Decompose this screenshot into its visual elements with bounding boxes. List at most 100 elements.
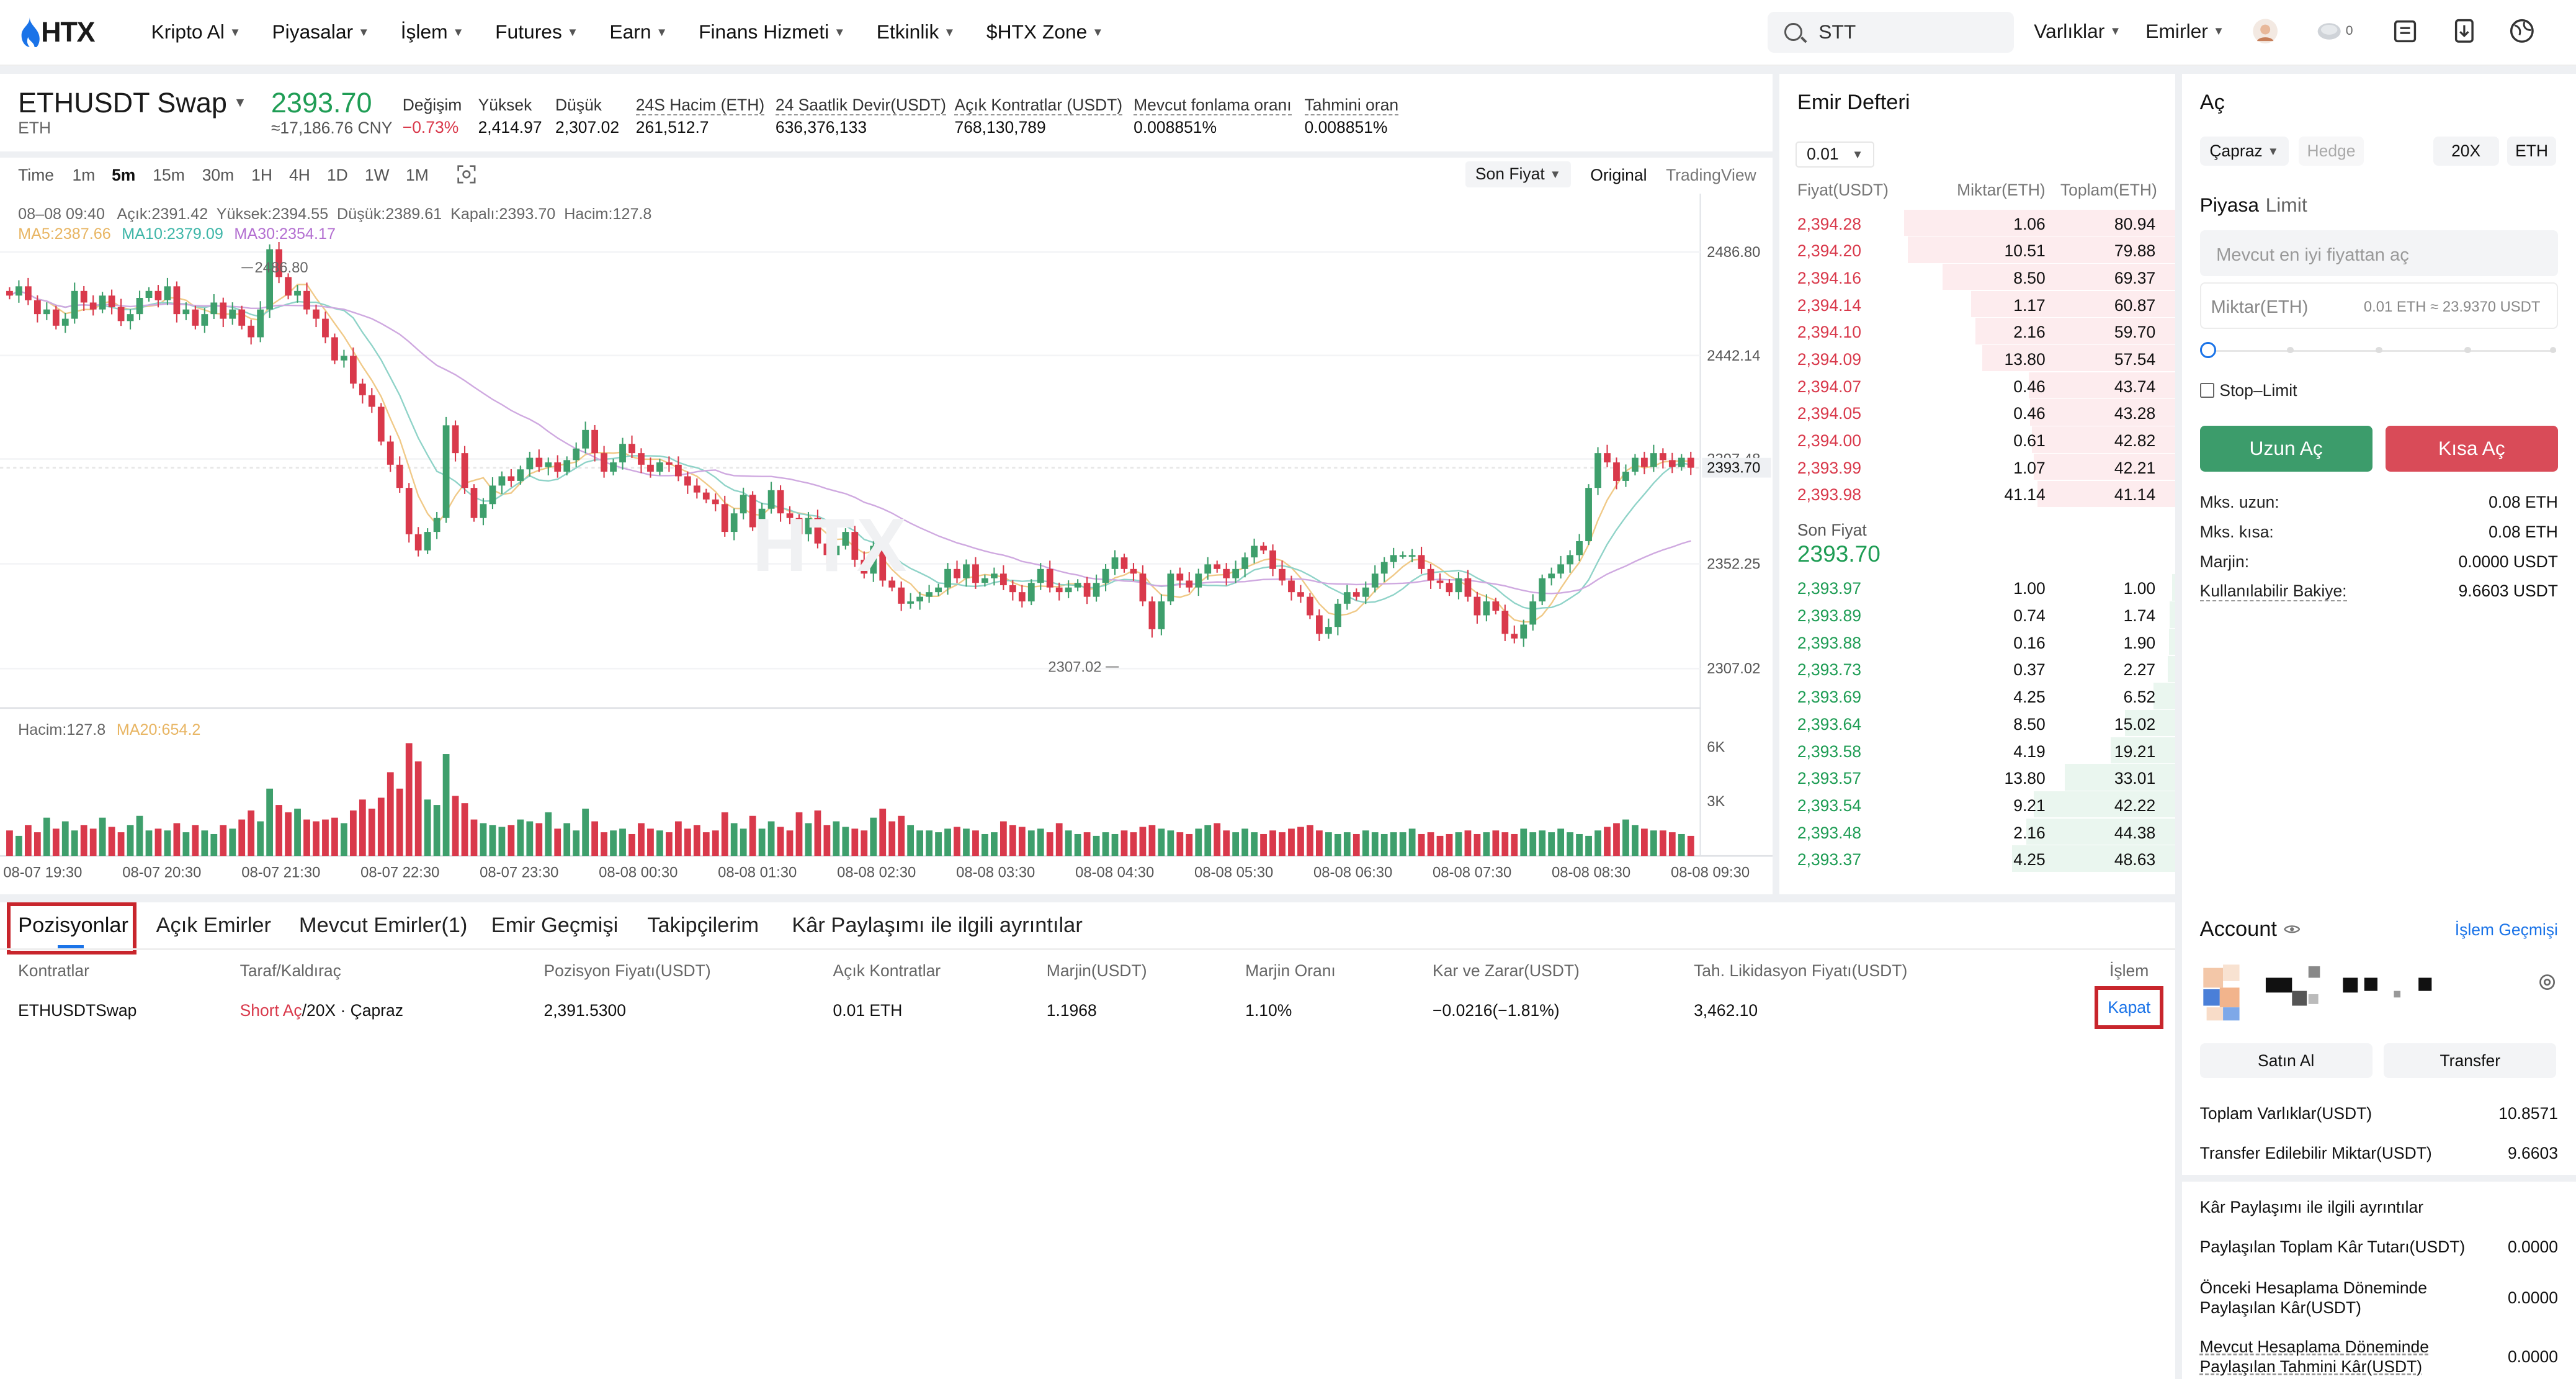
chart-area[interactable]: 2486.802442.142397.482352.252307.022393.… [0, 194, 1773, 894]
tab-market[interactable]: Piyasa [2200, 194, 2259, 217]
tab-positions[interactable]: Pozisyonlar [18, 914, 128, 938]
volume-bar [842, 827, 849, 856]
tab-followers[interactable]: Takipçilerim [647, 914, 759, 938]
timeframe-15m[interactable]: 15m [153, 166, 185, 185]
open-short-button[interactable]: Kısa Aç [2385, 425, 2558, 472]
leverage-button[interactable]: 20X [2433, 136, 2499, 166]
nav-emirler[interactable]: Emirler ▼ [2145, 20, 2224, 43]
volume-bar [619, 829, 626, 856]
max-short-label: Mks. kısa: [2199, 523, 2274, 542]
globe-icon[interactable] [2508, 18, 2534, 44]
bid-row[interactable]: 2,393.48 2.16 44.38 [1778, 818, 2175, 845]
ask-row[interactable]: 2,394.10 2.16 59.70 [1778, 318, 2175, 344]
bid-row[interactable]: 2,393.73 0.37 2.27 [1778, 655, 2175, 682]
nav-finans-hizmeti[interactable]: Finans Hizmeti ▼ [699, 20, 845, 43]
caret-down-icon: ▼ [2109, 24, 2121, 38]
nav-earn[interactable]: Earn ▼ [609, 20, 667, 43]
view-original-tab[interactable]: Original [1590, 166, 1647, 185]
ask-row[interactable]: 2,393.98 41.14 41.14 [1778, 480, 2175, 507]
screenshot-icon[interactable] [457, 164, 476, 184]
position-contract[interactable]: ETHUSDTSwap [18, 1001, 136, 1020]
tab-profit-share[interactable]: Kâr Paylaşımı ile ilgili ayrıntılar [792, 914, 1082, 938]
bid-row[interactable]: 2,393.57 13.80 33.01 [1778, 764, 2175, 791]
price-input[interactable]: Mevcut en iyi fiyattan aç [2199, 230, 2558, 276]
timeframe-1w[interactable]: 1W [365, 166, 390, 185]
nav-futures[interactable]: Futures ▼ [495, 20, 578, 43]
candle-body [1539, 578, 1546, 602]
candlestick-chart[interactable]: 2486.802442.142397.482352.252307.022393.… [0, 194, 1773, 894]
ask-row[interactable]: 2,394.00 0.61 42.82 [1778, 426, 2175, 453]
buy-crypto-button[interactable]: Satın Al [2199, 1043, 2373, 1079]
close-position-button[interactable]: Kapat [2095, 986, 2164, 1029]
candle-body [591, 430, 599, 454]
precision-select[interactable]: 0.01 ▼ [1796, 141, 1875, 168]
symbol-selector[interactable]: ETHUSDT Swap ▼ [18, 87, 246, 119]
timeframe-1d[interactable]: 1D [327, 166, 348, 185]
view-tradingview-tab[interactable]: TradingView [1666, 166, 1756, 185]
volume-bar [1195, 829, 1202, 856]
volume-bar [1668, 832, 1676, 856]
volume-bar [498, 827, 506, 856]
bid-row[interactable]: 2,393.89 0.74 1.74 [1778, 601, 2175, 628]
account-avatar-mosaic [2203, 964, 2431, 1021]
trade-history-link[interactable]: İşlem Geçmişi [2455, 920, 2558, 940]
bid-row[interactable]: 2,393.37 4.25 48.63 [1778, 845, 2175, 872]
ask-row[interactable]: 2,394.16 8.50 69.37 [1778, 264, 2175, 290]
search-input[interactable]: STT [1768, 11, 2015, 53]
bid-row[interactable]: 2,393.54 9.21 42.22 [1778, 791, 2175, 818]
candle-body [331, 337, 338, 361]
price-type-select[interactable]: Son Fiyat ▼ [1465, 161, 1571, 187]
tab-current-orders[interactable]: Mevcut Emirler(1) [299, 914, 467, 938]
download-icon[interactable] [2451, 18, 2477, 44]
ask-row[interactable]: 2,394.28 1.06 80.94 [1778, 209, 2175, 236]
htx-logo[interactable]: HTX [20, 16, 119, 48]
ask-row[interactable]: 2,393.99 1.07 42.21 [1778, 453, 2175, 480]
unit-button[interactable]: ETH [2507, 136, 2557, 166]
nav-islem[interactable]: İşlem ▼ [401, 20, 464, 43]
avatar-icon[interactable] [2252, 18, 2278, 44]
margin-mode-select[interactable]: Çapraz ▼ [2199, 136, 2289, 166]
amount-input[interactable]: Miktar(ETH) 0.01 ETH ≈ 23.9370 USDT [2199, 282, 2558, 329]
open-long-button[interactable]: Uzun Aç [2199, 425, 2373, 472]
hedge-button[interactable]: Hedge [2298, 136, 2364, 166]
settings-icon[interactable] [2538, 973, 2556, 991]
tab-limit[interactable]: Limit [2266, 194, 2307, 217]
ask-row[interactable]: 2,394.09 13.80 57.54 [1778, 345, 2175, 372]
x-tick-label: 08-08 02:30 [837, 865, 916, 881]
nav-label: Futures [495, 20, 562, 43]
tab-open-orders[interactable]: Açık Emirler [156, 914, 271, 938]
timeframe-5m[interactable]: 5m [112, 166, 135, 185]
timeframe-1m[interactable]: 1m [73, 166, 96, 185]
nav-etkinlik[interactable]: Etkinlik ▼ [877, 20, 955, 43]
transfer-button[interactable]: Transfer [2384, 1043, 2557, 1079]
rewards-icon[interactable]: 0 [2312, 18, 2358, 44]
bid-row[interactable]: 2,393.64 8.50 15.02 [1778, 709, 2175, 737]
ask-row[interactable]: 2,394.07 0.46 43.74 [1778, 372, 2175, 399]
volume-bar [1158, 829, 1165, 856]
timeframe-30m[interactable]: 30m [202, 166, 235, 185]
slider-handle[interactable] [2199, 341, 2217, 359]
nav-piyasalar[interactable]: Piyasalar ▼ [272, 20, 369, 43]
nav-varliklar[interactable]: Varlıklar ▼ [2034, 20, 2121, 43]
timeframe-1m-month[interactable]: 1M [406, 166, 429, 185]
timeframe-time[interactable]: Time [18, 166, 54, 185]
candle-body [879, 546, 887, 581]
ask-row[interactable]: 2,394.20 10.51 79.88 [1778, 236, 2175, 263]
ask-row[interactable]: 2,394.14 1.17 60.87 [1778, 290, 2175, 318]
nav-htx-zone[interactable]: $HTX Zone ▼ [986, 20, 1104, 43]
candle-body [1065, 588, 1072, 593]
timeframe-1h[interactable]: 1H [251, 166, 272, 185]
stop-limit-checkbox[interactable] [2199, 382, 2215, 398]
ask-row[interactable]: 2,394.05 0.46 43.28 [1778, 399, 2175, 426]
nav-kripto-al[interactable]: Kripto Al ▼ [151, 20, 241, 43]
orders-doc-icon[interactable] [2392, 18, 2418, 44]
bid-row[interactable]: 2,393.69 4.25 6.52 [1778, 683, 2175, 709]
bid-row[interactable]: 2,393.58 4.19 19.21 [1778, 737, 2175, 763]
eye-icon[interactable] [2283, 923, 2301, 935]
bid-row[interactable]: 2,393.88 0.16 1.90 [1778, 628, 2175, 655]
timeframe-4h[interactable]: 4H [289, 166, 310, 185]
volume-bar [601, 832, 607, 856]
total-assets-label: Toplam Varlıklar(USDT) [2199, 1104, 2373, 1123]
bid-row[interactable]: 2,393.97 1.00 1.00 [1778, 574, 2175, 601]
tab-order-history[interactable]: Emir Geçmişi [491, 914, 619, 938]
